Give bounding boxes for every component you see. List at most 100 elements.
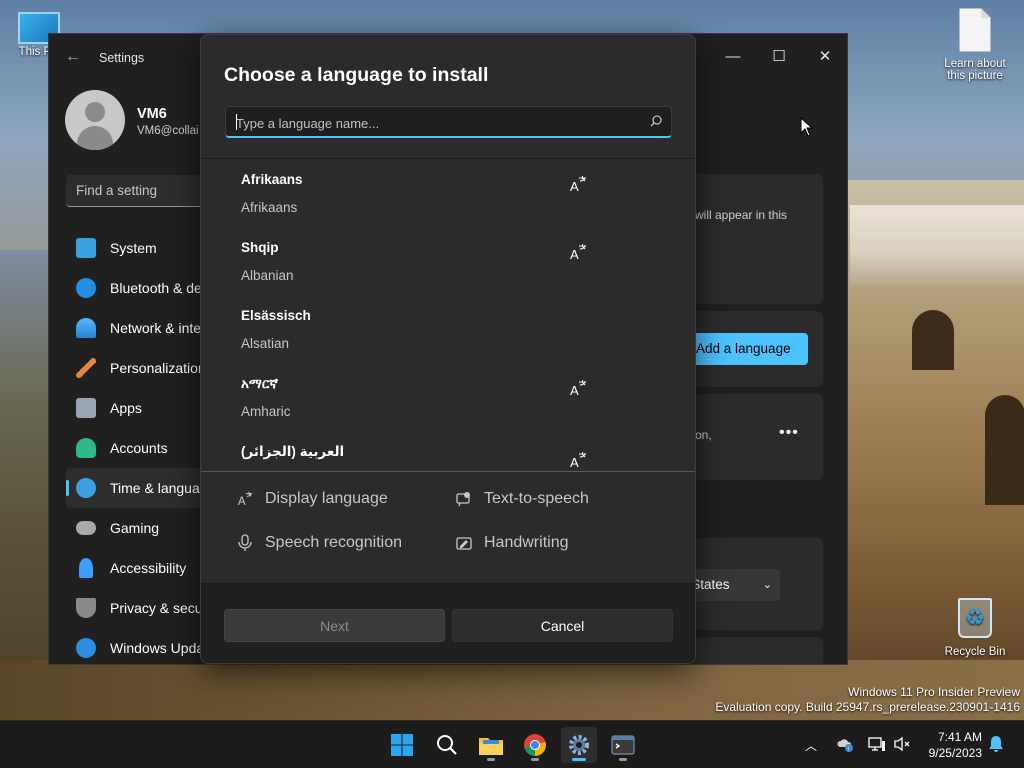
language-native-name: Shqip [241,240,279,255]
language-english-name: Albanian [241,268,294,283]
wallpaper-town [850,205,1024,285]
dialog-footer: Next Cancel [201,583,695,663]
desktop-icon-recycle-bin[interactable]: ♻ Recycle Bin [940,598,1010,658]
legend-label: Speech recognition [265,534,402,551]
text-to-speech-icon [456,492,470,507]
display-language-icon: A [570,244,586,261]
more-options-icon[interactable]: ••• [779,424,799,442]
windows-logo-icon [391,734,413,756]
build-watermark: Windows 11 Pro Insider Preview Evaluatio… [715,685,1020,715]
mouse-cursor-icon [800,117,814,137]
running-indicator [572,758,586,761]
running-indicator [531,758,539,761]
terminal-icon [611,735,635,755]
user-name: VM6 [137,106,167,122]
avatar[interactable] [65,90,125,150]
svg-text:A: A [570,383,579,397]
legend-text-to-speech: Text-to-speech [456,490,589,508]
sidebar-item-label: Network & inte [110,320,202,336]
add-language-button[interactable]: Add a language [692,333,808,365]
sidebar-item-label: Gaming [110,520,160,536]
close-button[interactable]: ✕ [802,42,847,72]
legend-label: Handwriting [484,534,569,551]
taskbar-clock[interactable]: 7:41 AM 9/25/2023 [920,729,982,761]
clock-time: 7:41 AM [937,730,982,744]
next-button[interactable]: Next [224,609,445,642]
language-native-name: አማርኛ [241,376,278,391]
sidebar-item-label: Apps [110,400,142,416]
shield-icon [76,598,96,618]
display-language-icon: A [238,491,253,508]
language-option-afrikaans[interactable]: Afrikaans Afrikaans A [201,159,695,227]
maximize-button[interactable]: ☐ [756,42,802,72]
taskbar-chrome[interactable] [517,727,553,763]
bluetooth-icon [76,278,96,298]
sidebar-item-label: Privacy & secur [110,600,208,616]
taskbar: ︿ i 7:41 AM 9/25/2023 [0,720,1024,768]
back-arrow-icon[interactable]: ← [65,48,81,66]
language-english-name: Alsatian [241,336,290,351]
display-language-icon: A [570,176,586,193]
running-indicator [619,758,627,761]
divider [201,471,695,472]
taskbar-settings[interactable] [561,727,597,763]
sidebar-item-label: Accounts [110,440,168,456]
choose-language-dialog: Choose a language to install Afrikaans A… [200,34,696,664]
legend-display-language: A Display language [237,490,388,508]
sidebar-item-label: Accessibility [110,560,187,576]
search-icon[interactable] [649,114,663,128]
text-caret [236,114,237,130]
language-option-arabic-algeria[interactable]: العربية (الجزائر) A [201,431,695,470]
language-option-albanian[interactable]: Shqip Albanian A [201,227,695,295]
svg-text:i: i [848,747,849,753]
taskbar-terminal[interactable] [605,727,641,763]
sidebar-item-label: Windows Upda [110,640,205,656]
legend-label: Display language [265,490,388,507]
svg-text:A: A [238,496,246,508]
desktop-icon-learn-about-picture[interactable]: Learn about this picture [937,8,1013,82]
network-monitor-icon[interactable] [868,735,886,753]
sidebar-item-label: Bluetooth & de [110,280,202,296]
speaker-muted-icon[interactable] [893,735,911,753]
cloud-sync-icon[interactable]: i [836,735,854,753]
taskbar-file-explorer[interactable] [473,727,509,763]
svg-text:A: A [570,455,579,469]
dialog-title: Choose a language to install [224,64,489,86]
legend-label: Text-to-speech [484,490,589,507]
wallpaper-arch-lower [985,395,1024,505]
handwriting-icon [456,537,472,550]
cancel-button[interactable]: Cancel [452,609,673,642]
sidebar-item-label: Personalization [110,360,206,376]
language-search-input[interactable] [236,111,636,135]
user-email: VM6@collai [137,125,199,137]
folder-icon [479,738,503,755]
globe-clock-icon [76,478,96,498]
taskbar-search-button[interactable] [429,727,465,763]
legend-speech-recognition: Speech recognition [237,534,402,552]
show-hidden-icons-chevron-icon[interactable]: ︿ [805,737,817,754]
accessibility-icon [79,558,93,578]
watermark-line-1: Windows 11 Pro Insider Preview [848,685,1020,699]
language-search-box[interactable] [225,106,672,138]
minimize-button[interactable]: — [710,42,756,72]
document-icon [959,8,991,52]
language-option-alsatian[interactable]: Elsässisch Alsatian [201,295,695,363]
wifi-icon [76,318,96,338]
display-language-icon: A [570,380,586,397]
language-english-name: Amharic [241,404,291,419]
language-row-text: on, [695,428,712,442]
window-title: Settings [99,51,145,65]
recycle-bin-icon: ♻ [958,598,992,638]
person-icon [76,438,96,458]
apps-icon [76,398,96,418]
search-icon [437,735,457,755]
update-icon [76,638,96,658]
notification-bell-icon[interactable] [988,735,1004,753]
brush-icon [76,358,96,378]
language-native-name: Elsässisch [241,308,311,323]
desktop-icon-label: Recycle Bin [944,646,1006,658]
start-button[interactable] [384,727,420,763]
watermark-line-2: Evaluation copy. Build 25947.rs_prerelea… [715,700,1020,714]
language-option-amharic[interactable]: አማርኛ Amharic A [201,363,695,431]
wallpaper-arch [912,310,954,370]
